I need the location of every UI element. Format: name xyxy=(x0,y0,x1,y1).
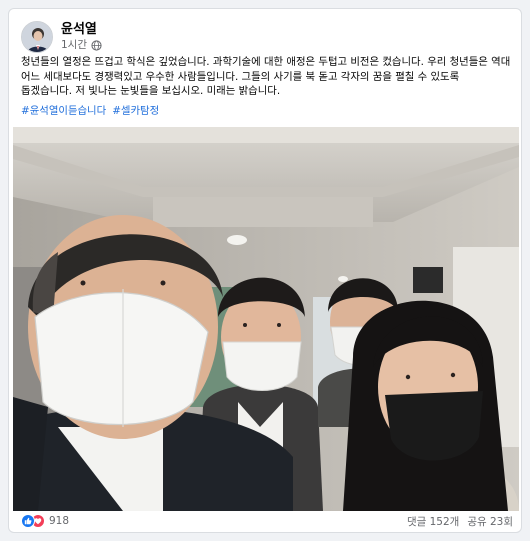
post-time-row: 1시간 xyxy=(61,38,102,52)
globe-icon xyxy=(91,39,102,51)
hashtag-list: #윤석열이듣습니다 #셀카탐정 xyxy=(21,102,159,117)
shares-count-link[interactable]: 공유 23회 xyxy=(467,514,513,529)
comments-count-link[interactable]: 댓글 152개 xyxy=(407,514,459,529)
author-avatar[interactable] xyxy=(21,21,53,53)
post-timestamp[interactable]: 1시간 xyxy=(61,38,87,52)
post-header: 윤석열 1시간 xyxy=(21,19,102,55)
reaction-count: 918 xyxy=(49,515,70,527)
hashtag-link[interactable]: #셀카탐정 xyxy=(112,102,159,117)
hashtag-link[interactable]: #윤석열이듣습니다 xyxy=(21,102,106,117)
reaction-summary[interactable]: 918 xyxy=(21,514,69,528)
post-text: 청년들의 열정은 뜨겁고 학식은 깊었습니다. 과학기술에 대한 애정은 두텁고… xyxy=(21,56,511,98)
post-card: 윤석열 1시간 청년들의 열정은 뜨겁고 학식은 깊었습니다. 과학기술에 대한… xyxy=(8,8,522,533)
post-footer: 918 댓글 152개 공유 23회 xyxy=(21,512,513,530)
post-meta: 윤석열 1시간 xyxy=(61,22,102,52)
author-name[interactable]: 윤석열 xyxy=(61,22,102,38)
engagement-stats: 댓글 152개 공유 23회 xyxy=(407,514,513,529)
group-selfie-photo[interactable] xyxy=(13,127,519,511)
like-icon xyxy=(21,514,35,528)
